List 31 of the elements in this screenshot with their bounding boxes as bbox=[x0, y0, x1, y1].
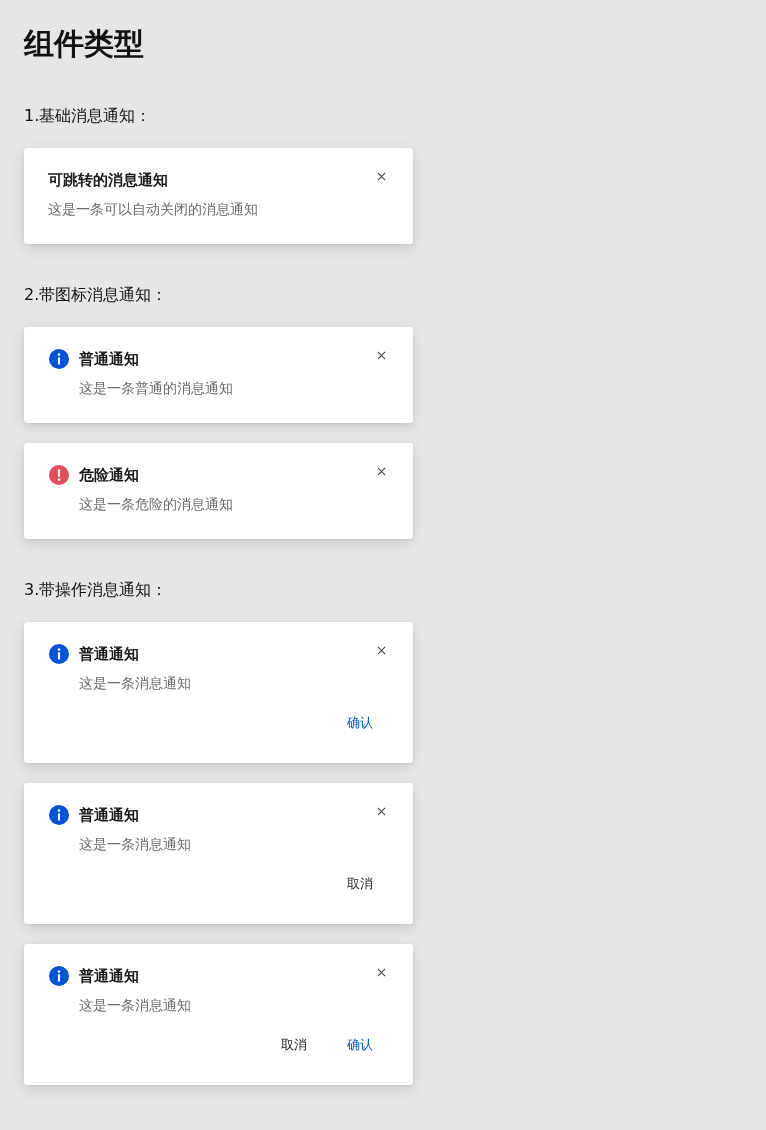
close-icon[interactable] bbox=[377, 968, 386, 977]
info-icon bbox=[49, 644, 69, 664]
notification-message: 这是一条普通的消息通知 bbox=[78, 379, 234, 398]
notification-title: 可跳转的消息通知 bbox=[48, 170, 169, 190]
section-heading: 2.带图标消息通知： bbox=[24, 284, 169, 306]
confirm-button[interactable]: 确认 bbox=[335, 1029, 385, 1061]
notification-title: 危险通知 bbox=[79, 465, 140, 485]
notification-title: 普通通知 bbox=[79, 349, 140, 369]
notification-message: 这是一条可以自动关闭的消息通知 bbox=[48, 200, 259, 219]
info-icon bbox=[49, 966, 69, 986]
confirm-button[interactable]: 确认 bbox=[335, 707, 385, 739]
section-heading: 3.带操作消息通知： bbox=[24, 579, 169, 601]
cancel-button[interactable]: 取消 bbox=[269, 1029, 319, 1061]
section-heading: 1.基础消息通知： bbox=[24, 105, 153, 127]
notification-title: 普通通知 bbox=[79, 966, 140, 986]
notification-title: 普通通知 bbox=[79, 644, 140, 664]
notification-message: 这是一条消息通知 bbox=[78, 996, 192, 1015]
info-icon bbox=[49, 805, 69, 825]
notification-message: 这是一条消息通知 bbox=[78, 835, 192, 854]
info-icon bbox=[49, 349, 69, 369]
close-icon[interactable] bbox=[377, 467, 386, 476]
cancel-button[interactable]: 取消 bbox=[335, 868, 385, 900]
close-icon[interactable] bbox=[377, 351, 386, 360]
notification-message: 这是一条危险的消息通知 bbox=[78, 495, 234, 514]
notification-title: 普通通知 bbox=[79, 805, 140, 825]
close-icon[interactable] bbox=[377, 172, 386, 181]
page-title: 组件类型 bbox=[24, 25, 145, 63]
close-icon[interactable] bbox=[377, 807, 386, 816]
close-icon[interactable] bbox=[377, 646, 386, 655]
exclamation-icon bbox=[49, 465, 69, 485]
notification-message: 这是一条消息通知 bbox=[78, 674, 192, 693]
